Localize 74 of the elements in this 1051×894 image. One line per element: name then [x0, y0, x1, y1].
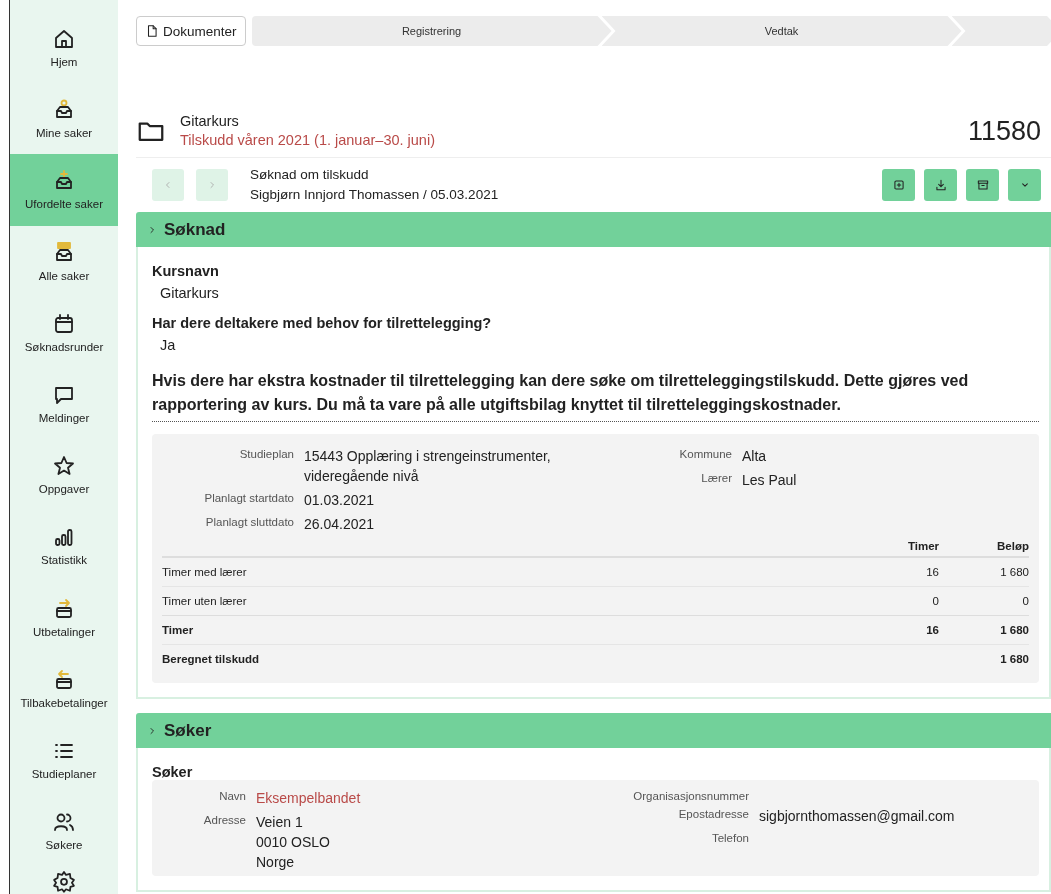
field-label: Lærer: [700, 471, 732, 486]
section-title: Søker: [164, 720, 212, 741]
process-step[interactable]: Vedtak: [601, 16, 962, 46]
table-cell: Timer uten lærer: [162, 586, 399, 616]
field-value: Veien 1: [256, 813, 304, 832]
table-cell: 0: [939, 586, 1029, 616]
field-label: Epostadresse: [677, 807, 749, 822]
field-label: Studieplan: [238, 447, 294, 462]
section-header[interactable]: Søknad: [136, 212, 1051, 247]
nav-item[interactable]: Søkere: [10, 795, 118, 867]
field-value: Les Paul: [742, 471, 797, 490]
table-cell: Timer: [162, 615, 399, 645]
nav-item[interactable]: Mine saker: [10, 83, 118, 155]
section-title: Søknad: [164, 219, 226, 240]
field-label: Kommune: [678, 447, 732, 462]
nav-item[interactable]: Meldinger: [10, 367, 118, 440]
table-cell: 1 680: [939, 615, 1029, 645]
download-icon: [933, 178, 948, 192]
plus-square-icon: [891, 178, 906, 192]
table-cell: 0: [399, 586, 939, 616]
nav-item[interactable]: Oppgaver: [10, 439, 118, 511]
column-header: Timer: [399, 536, 939, 557]
field-label: Planlagt startdato: [203, 491, 294, 506]
field-label: Navn: [218, 789, 246, 804]
case-number: 11580: [967, 115, 1041, 147]
case-subtitle: Tilskudd våren 2021 (1. januar–30. juni): [180, 131, 436, 150]
table-cell: Timer med lærer: [162, 557, 399, 587]
table-cell: 1 680: [939, 644, 1029, 673]
field-label: Organisasjonsnummer: [632, 789, 749, 802]
question-label: Kursnavn: [152, 263, 220, 279]
archive-button[interactable]: [966, 169, 999, 201]
field-value: 0010 OSLO: [256, 833, 331, 852]
table-cell: 16: [399, 615, 939, 645]
field-value: Norge: [256, 853, 296, 872]
document-icon: [145, 24, 159, 38]
nav-item[interactable]: Søknadsrunder: [10, 296, 118, 368]
section-header[interactable]: Søker: [136, 713, 1051, 748]
field-value: 01.03.2021: [304, 491, 376, 510]
field-label: Adresse: [202, 813, 246, 828]
nav-item[interactable]: Hjem: [10, 12, 118, 84]
archive-icon: [975, 178, 990, 192]
field-value: 15443 Opplæring i strengeinstrumenter,: [304, 447, 552, 466]
field-label: Telefon: [710, 831, 749, 844]
documents-button[interactable]: Dokumenter: [136, 16, 246, 46]
field-value: videregående nivå: [304, 467, 420, 486]
calendar-icon: [52, 311, 76, 336]
download-button[interactable]: [924, 169, 957, 201]
nav-item[interactable]: Tilbakebetalinger: [10, 652, 118, 724]
nav-item[interactable]: Ufordelte saker: [10, 154, 118, 226]
gear-icon: [52, 870, 76, 894]
field-value: Alta: [742, 447, 768, 466]
field-value: 26.04.2021: [304, 515, 376, 534]
process-step[interactable]: Registrering: [251, 16, 612, 46]
document-title: Søknad om tilskudd: [250, 166, 370, 184]
add-button[interactable]: [882, 169, 915, 201]
name-link[interactable]: Eksempelbandet: [256, 788, 619, 808]
nav-item[interactable]: Studieplaner: [10, 723, 118, 796]
question-label: Har dere deltakere med behov for tilrettelegging?: [152, 315, 493, 331]
notice-text: Hvis dere har ekstra kostnader til tilrettelegging kan dere søke om tilretteleggingstilskudd. Dette gjøres ved rapportering av kurs. Du må ta vare på alle utgiftsbilag knyttet til tilretteleggingskostnader.: [152, 369, 1039, 422]
document-meta: Sigbjørn Innjord Thomassen / 05.03.2021: [250, 186, 500, 204]
nav-item[interactable]: Statistikk: [10, 510, 118, 582]
nav-item[interactable]: Utbetalinger: [10, 581, 118, 653]
field-label: Planlagt sluttdato: [204, 515, 294, 530]
table-cell: Beregnet tilskudd: [162, 644, 399, 673]
table-cell: 16: [399, 557, 939, 587]
menu-button[interactable]: [1008, 169, 1041, 201]
subsection-title: Søker: [152, 764, 194, 780]
nav-item[interactable]: Alle saker: [10, 225, 118, 297]
column-header: Beløp: [939, 536, 1029, 557]
table-cell: 1 680: [939, 557, 1029, 587]
answer-text: Gitarkurs: [159, 284, 220, 303]
field-value: sigbjornthomassen@gmail.com: [759, 807, 956, 826]
answer-text: Ja: [159, 336, 177, 355]
case-title: Gitarkurs: [180, 112, 240, 131]
